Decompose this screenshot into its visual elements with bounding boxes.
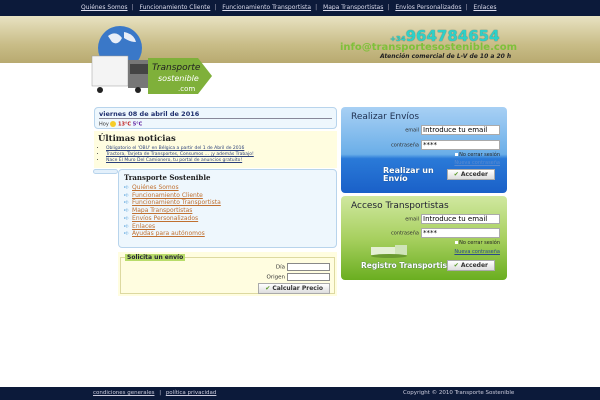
acceso-transportistas-panel: Acceso Transportistas email contraseña N… (341, 196, 507, 280)
arrow-icon: ➪ (124, 199, 130, 207)
news-title: Últimas noticias (98, 134, 176, 144)
menu-link[interactable]: Enlaces (132, 223, 155, 230)
news-item[interactable]: Tractora, Tarjeta de Transportes, Consum… (106, 152, 254, 157)
registro-transportistas-cta[interactable]: Registro Transportistas (361, 262, 460, 270)
nav-enlaces[interactable]: Enlaces (473, 4, 496, 11)
menu-link[interactable]: Envíos Personalizados (132, 215, 198, 222)
new-password-link[interactable]: Nueva contraseña (454, 249, 500, 255)
weather-widget: viernes 08 de abril de 2016 Hoy 13°C 5°C (94, 107, 337, 129)
dia-label: Día (275, 264, 285, 271)
realizar-envio-cta[interactable]: Realizar un Envío (383, 167, 435, 183)
truck-fleet-icon (371, 245, 407, 258)
arrow-icon: ➪ (124, 214, 130, 222)
check-icon: ✔ (265, 285, 271, 292)
email-input[interactable] (421, 214, 500, 224)
arrow-icon: ➪ (124, 207, 130, 215)
copyright: Copyright © 2010 Transporte Sostenible (403, 390, 515, 396)
remember-label: No cerrar sesión (459, 152, 500, 158)
dia-input[interactable] (287, 263, 330, 271)
top-nav: Quiénes Somos | Funcionamiento Cliente | F… (0, 0, 600, 16)
password-label: contraseña (391, 230, 419, 237)
nav-funcionamiento-transportista[interactable]: Funcionamiento Transportista (222, 4, 311, 11)
arrow-icon: ➪ (124, 222, 130, 230)
calculate-price-label: Calcular Precio (272, 285, 323, 292)
side-tab (93, 169, 118, 174)
nav-mapa-transportistas[interactable]: Mapa Transportistas (323, 4, 383, 11)
footer-conditions-link[interactable]: condiciones generales (93, 390, 154, 396)
origen-label: Origen (266, 274, 285, 281)
email-input[interactable] (421, 125, 500, 135)
sun-icon (110, 121, 117, 127)
origen-input[interactable] (287, 273, 330, 281)
acceder-label: Acceder (460, 171, 488, 178)
svg-text:Transporte: Transporte (152, 63, 201, 73)
menu-title: Transporte Sostenible (124, 173, 211, 182)
quote-legend: Solicita un envío (125, 254, 186, 261)
password-label: contraseña (391, 142, 419, 149)
menu-link[interactable]: Mapa Transportistas (132, 207, 192, 214)
arrow-icon: ➪ (124, 191, 130, 199)
menu-link[interactable]: Funcionamiento Cliente (132, 192, 203, 199)
email-label: email (405, 127, 419, 134)
password-input[interactable] (421, 228, 500, 238)
footer-privacy-link[interactable]: política privacidad (166, 390, 217, 396)
remember-checkbox[interactable]: No cerrar sesión (455, 240, 500, 246)
arrow-icon: ➪ (124, 184, 130, 191)
check-icon: ✔ (453, 262, 459, 269)
weather-day: Hoy (99, 121, 109, 128)
site-logo[interactable]: Transporte sostenible .com (88, 18, 216, 96)
panel-title: Realizar Envíos (351, 112, 420, 122)
check-icon: ✔ (453, 171, 459, 178)
quote-form: Solicita un envío Día Origen ✔ Calcular … (118, 252, 337, 296)
temp-low: 5°C (132, 121, 143, 128)
nav-envios-personalizados[interactable]: Envíos Personalizados (395, 4, 461, 11)
acceder-label: Acceder (460, 262, 488, 269)
svg-text:.com: .com (178, 85, 195, 93)
news-item[interactable]: Obligatorio el 'OBU' en Bélgica a partir… (106, 146, 244, 151)
contact-email[interactable]: info@transportesostenible.com (340, 42, 517, 53)
news-item[interactable]: Nace El Muro Del Camionero, tu portal de… (106, 158, 242, 163)
calculate-price-button[interactable]: ✔ Calcular Precio (258, 283, 330, 294)
remember-label: No cerrar sesión (459, 240, 500, 246)
panel-title: Acceso Transportistas (351, 201, 449, 211)
arrow-icon: ➪ (124, 230, 130, 238)
menu-link[interactable]: Funcionamiento Transportista (132, 199, 221, 206)
svg-text:sostenible: sostenible (158, 74, 199, 83)
site-menu: Transporte Sostenible ➪ Quiénes Somos ➪ Fu… (118, 169, 337, 248)
menu-link[interactable]: Ayudas para autónomos (132, 230, 205, 237)
new-password-link[interactable]: Nueva contraseña (454, 160, 500, 166)
business-hours: Atención comercial de L-V de 10 a 20 h (380, 53, 512, 60)
remember-checkbox[interactable]: No cerrar sesión (455, 152, 500, 158)
password-input[interactable] (421, 140, 500, 150)
realizar-envios-panel: Realizar Envíos email contraseña No cerr… (341, 107, 507, 193)
envios-acceder-button[interactable]: ✔ Acceder (446, 169, 495, 180)
menu-link[interactable]: Quiénes Somos (132, 184, 179, 191)
news-section: Últimas noticias Obligatorio el 'OBU' en… (94, 131, 337, 168)
footer: condiciones generales | política privaci… (0, 387, 600, 400)
current-date: viernes 08 de abril de 2016 (99, 110, 332, 119)
nav-funcionamiento-cliente[interactable]: Funcionamiento Cliente (140, 4, 211, 11)
temp-high: 13°C (117, 121, 132, 128)
nav-quienes-somos[interactable]: Quiénes Somos (81, 4, 128, 11)
transportistas-acceder-button[interactable]: ✔ Acceder (446, 260, 495, 271)
email-label: email (405, 216, 419, 223)
